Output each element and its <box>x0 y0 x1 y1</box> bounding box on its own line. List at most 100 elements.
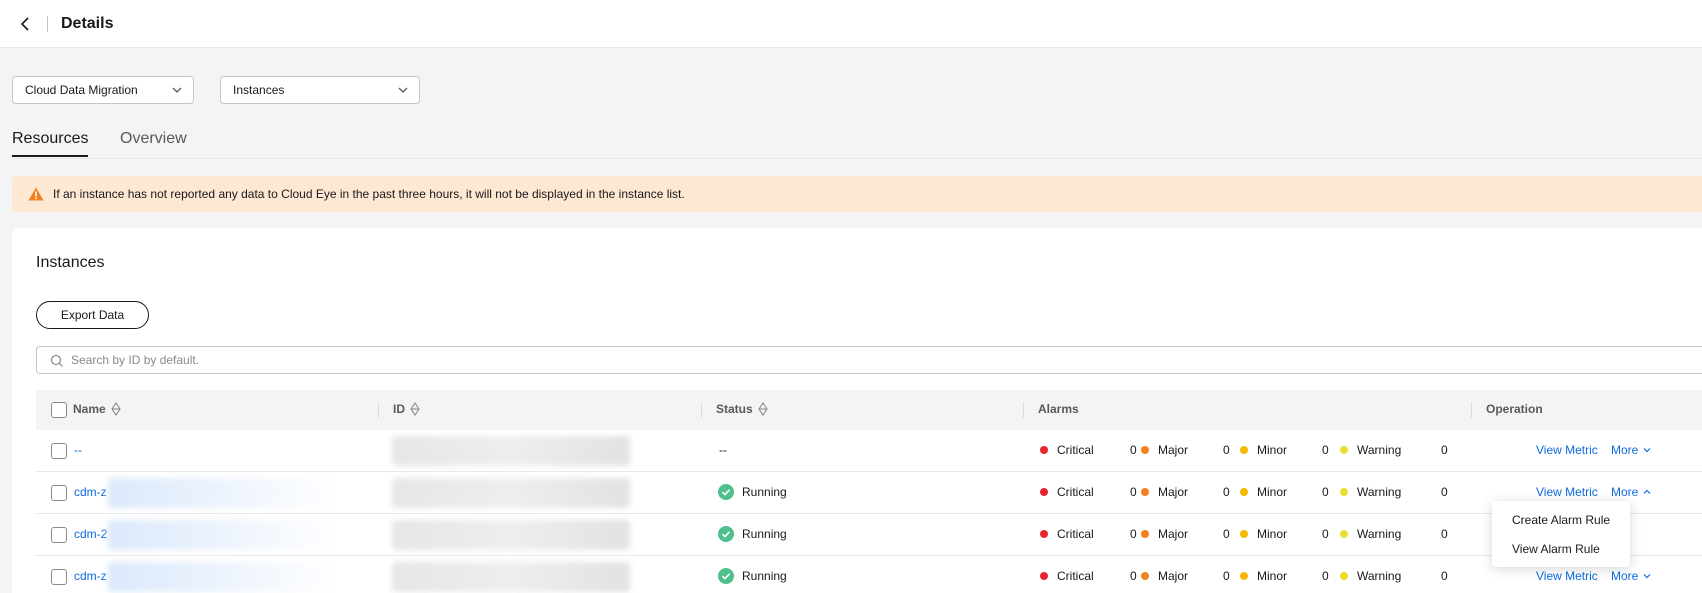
more-menu-button[interactable]: More <box>1611 569 1652 583</box>
status-text: -- <box>719 443 727 457</box>
alarm-warning-count: 0 <box>1441 443 1448 457</box>
alarm-label: Minor <box>1257 569 1288 583</box>
alarm-label: Minor <box>1257 527 1288 541</box>
tabs-divider <box>12 158 1702 159</box>
tab-overview[interactable]: Overview <box>120 130 187 148</box>
instance-name-link[interactable]: cdm-z <box>74 485 107 499</box>
more-menu-button[interactable]: More <box>1611 443 1652 457</box>
more-label: More <box>1611 569 1639 583</box>
row-checkbox[interactable] <box>51 527 67 543</box>
column-header-alarms: Alarms <box>1038 402 1079 416</box>
alarm-warning: Warning <box>1340 569 1401 583</box>
alarm-label: Warning <box>1357 527 1402 541</box>
warning-dot-icon <box>1340 446 1348 454</box>
critical-dot-icon <box>1040 530 1048 538</box>
sort-icon[interactable] <box>110 402 122 416</box>
alarm-warning: Warning <box>1340 527 1401 541</box>
status-running: Running <box>718 484 787 500</box>
warning-icon <box>28 187 44 201</box>
service-select[interactable]: Cloud Data Migration <box>12 76 194 104</box>
table-header: Name ID Status Alarms Operation <box>36 390 1702 430</box>
alarm-label: Major <box>1158 527 1189 541</box>
title-divider <box>47 16 48 32</box>
active-tab-indicator <box>12 155 88 157</box>
more-label: More <box>1611 485 1639 499</box>
notice-banner: If an instance has not reported any data… <box>12 176 1702 212</box>
view-metric-link[interactable]: View Metric <box>1536 485 1598 499</box>
more-label: More <box>1611 443 1639 457</box>
chevron-up-icon <box>1643 489 1651 494</box>
sort-icon[interactable] <box>409 402 421 416</box>
alarm-minor-count: 0 <box>1322 485 1329 499</box>
view-metric-link[interactable]: View Metric <box>1536 443 1598 457</box>
critical-dot-icon <box>1040 572 1048 580</box>
table-row: -- -- Critical 0 Major 0 Minor 0 Warning… <box>36 430 1702 472</box>
search-box[interactable] <box>36 346 1702 374</box>
alarm-warning-count: 0 <box>1441 569 1448 583</box>
check-circle-icon <box>718 526 734 542</box>
dimension-select[interactable]: Instances <box>220 76 420 104</box>
alarm-critical: Critical <box>1040 485 1094 499</box>
view-metric-link[interactable]: View Metric <box>1536 569 1598 583</box>
select-all-checkbox[interactable] <box>51 402 67 418</box>
redacted-id <box>392 436 630 466</box>
status-text: Running <box>742 485 787 499</box>
instance-name-link[interactable]: cdm-2 <box>74 527 107 541</box>
alarm-major: Major <box>1141 485 1188 499</box>
check-circle-icon <box>718 568 734 584</box>
column-divider <box>1471 402 1472 418</box>
alarm-major-count: 0 <box>1223 485 1230 499</box>
alarm-critical: Critical <box>1040 527 1094 541</box>
export-data-button[interactable]: Export Data <box>36 301 149 329</box>
alarm-major-count: 0 <box>1223 569 1230 583</box>
alarm-label: Major <box>1158 569 1189 583</box>
more-menu-button[interactable]: More <box>1611 485 1652 499</box>
column-header-operation: Operation <box>1486 402 1543 416</box>
column-label: Operation <box>1486 402 1543 416</box>
critical-dot-icon <box>1040 446 1048 454</box>
alarm-minor: Minor <box>1240 485 1287 499</box>
column-label: Alarms <box>1038 402 1079 416</box>
row-checkbox[interactable] <box>51 569 67 585</box>
alarm-major-count: 0 <box>1223 527 1230 541</box>
menu-item-create-alarm-rule[interactable]: Create Alarm Rule <box>1512 513 1610 527</box>
alarm-critical-count: 0 <box>1130 485 1137 499</box>
chevron-down-icon <box>1643 574 1651 579</box>
alarm-major: Major <box>1141 527 1188 541</box>
alarm-major: Major <box>1141 443 1188 457</box>
service-select-value: Cloud Data Migration <box>25 83 138 97</box>
alarm-label: Critical <box>1057 569 1094 583</box>
top-bar: Details <box>0 0 1702 48</box>
redacted-name <box>108 520 340 550</box>
instance-name-link[interactable]: -- <box>74 443 82 457</box>
warning-dot-icon <box>1340 572 1348 580</box>
alarm-label: Major <box>1158 485 1189 499</box>
alarm-label: Warning <box>1357 443 1402 457</box>
alarm-major: Major <box>1141 569 1188 583</box>
instance-name-link[interactable]: cdm-z <box>74 569 107 583</box>
menu-item-view-alarm-rule[interactable]: View Alarm Rule <box>1512 542 1600 556</box>
alarm-minor: Minor <box>1240 443 1287 457</box>
search-input[interactable] <box>71 351 971 369</box>
redacted-id <box>392 520 630 550</box>
alarm-minor-count: 0 <box>1322 527 1329 541</box>
back-arrow-icon[interactable] <box>18 15 32 33</box>
alarm-warning: Warning <box>1340 485 1401 499</box>
instances-card: Instances Export Data Name ID Status Ala… <box>12 228 1702 593</box>
alarm-label: Critical <box>1057 485 1094 499</box>
alarm-label: Critical <box>1057 527 1094 541</box>
check-circle-icon <box>718 484 734 500</box>
column-header-status: Status <box>716 402 769 416</box>
tab-resources[interactable]: Resources <box>12 130 88 148</box>
minor-dot-icon <box>1240 572 1248 580</box>
major-dot-icon <box>1141 488 1149 496</box>
sort-icon[interactable] <box>757 402 769 416</box>
alarm-critical: Critical <box>1040 569 1094 583</box>
row-checkbox[interactable] <box>51 485 67 501</box>
column-header-name: Name <box>73 402 122 416</box>
column-label: Status <box>716 402 753 416</box>
page-title: Details <box>61 15 114 32</box>
minor-dot-icon <box>1240 488 1248 496</box>
row-checkbox[interactable] <box>51 443 67 459</box>
redacted-name <box>108 562 340 592</box>
